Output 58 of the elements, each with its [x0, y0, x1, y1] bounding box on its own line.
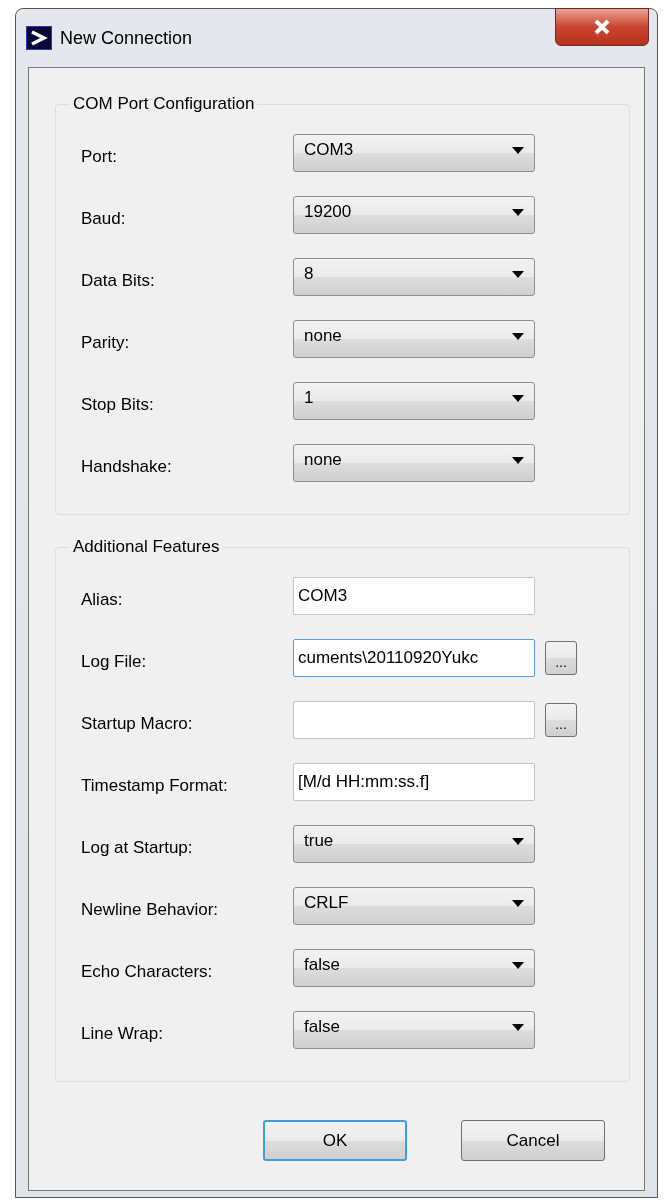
- dropdown-caret-icon: [512, 270, 524, 278]
- dropdown[interactable]: false: [293, 949, 535, 987]
- browse-button[interactable]: ...: [545, 641, 577, 675]
- field-label: Echo Characters:: [81, 961, 214, 982]
- dropdown[interactable]: 1: [293, 382, 535, 420]
- close-icon: [593, 19, 611, 35]
- dropdown[interactable]: CRLF: [293, 887, 535, 925]
- field-label: Newline Behavior:: [81, 899, 219, 920]
- dropdown[interactable]: COM3: [293, 134, 535, 172]
- dropdown-caret-icon: [512, 456, 524, 464]
- dropdown-value: false: [304, 955, 340, 975]
- field-label: Port:: [81, 146, 118, 167]
- field-label: Startup Macro:: [81, 713, 194, 734]
- dropdown-value: 19200: [304, 202, 352, 222]
- text-field[interactable]: cuments\20110920Yukc: [293, 639, 535, 677]
- field-label: Handshake:: [81, 456, 173, 477]
- close-button[interactable]: [555, 8, 649, 46]
- dropdown-value: none: [304, 326, 342, 346]
- dropdown-caret-icon: [512, 899, 524, 907]
- dropdown-value: 8: [304, 264, 314, 284]
- text-field[interactable]: COM3: [293, 577, 535, 615]
- field-label: Timestamp Format:: [81, 775, 229, 796]
- text-field[interactable]: [293, 701, 535, 739]
- dropdown-caret-icon: [512, 837, 524, 845]
- dropdown[interactable]: true: [293, 825, 535, 863]
- dropdown[interactable]: 8: [293, 258, 535, 296]
- dropdown-caret-icon: [512, 394, 524, 402]
- dropdown-value: false: [304, 1017, 340, 1037]
- field-label: Log File:: [81, 651, 148, 672]
- field-label: Baud:: [81, 208, 127, 229]
- terminal-prompt-icon: [26, 26, 52, 50]
- dropdown[interactable]: none: [293, 444, 535, 482]
- field-label: Parity:: [81, 332, 131, 353]
- dropdown[interactable]: 19200: [293, 196, 535, 234]
- dropdown-value: COM3: [304, 140, 354, 160]
- dropdown-caret-icon: [512, 961, 524, 969]
- field-label: Line Wrap:: [81, 1023, 164, 1044]
- group-title: COM Port Configuration: [72, 94, 256, 114]
- cancel-button[interactable]: Cancel: [461, 1120, 605, 1161]
- field-label: Alias:: [81, 589, 124, 610]
- dropdown[interactable]: false: [293, 1011, 535, 1049]
- field-label: Log at Startup:: [81, 837, 194, 858]
- dropdown[interactable]: none: [293, 320, 535, 358]
- dropdown-value: none: [304, 450, 342, 470]
- dropdown-value: CRLF: [304, 893, 349, 913]
- field-label: Data Bits:: [81, 270, 156, 291]
- browse-button[interactable]: ...: [545, 703, 577, 737]
- window-title: New Connection: [60, 27, 193, 49]
- dropdown-caret-icon: [512, 332, 524, 340]
- dropdown-value: 1: [304, 388, 314, 408]
- dropdown-caret-icon: [512, 1023, 524, 1031]
- dropdown-caret-icon: [512, 208, 524, 216]
- field-label: Stop Bits:: [81, 394, 155, 415]
- dropdown-caret-icon: [512, 146, 524, 154]
- dropdown-value: true: [304, 831, 334, 851]
- text-field[interactable]: [M/d HH:mm:ss.f]: [293, 763, 535, 801]
- ok-button[interactable]: OK: [263, 1120, 407, 1161]
- group-title: Additional Features: [72, 537, 221, 557]
